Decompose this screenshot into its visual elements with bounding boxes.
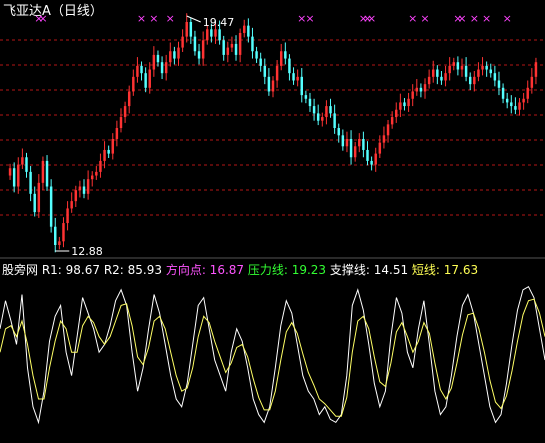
indicator-legend: 股旁网 R1: 98.67 R2: 85.93 方向点: 16.87 压力线: … [2, 262, 478, 277]
stock-chart-window: 飞亚达A（日线） × × × × × × × × × × × × × × × × × 19.47 12.88 股旁网 … [0, 0, 545, 443]
indicator-panel: 股旁网 R1: 98.67 R2: 85.93 方向点: 16.87 压力线: … [0, 257, 545, 425]
legend-item: R2: 85.93 [104, 263, 166, 277]
indicator-series-line [0, 298, 545, 417]
legend-item: 支撑线: 14.51 [330, 262, 412, 277]
indicator-name: 股旁网 [2, 262, 42, 277]
legend-item: R1: 98.67 [42, 263, 104, 277]
legend-item: 方向点: 16.87 [166, 262, 248, 277]
legend-item: 短线: 17.63 [412, 263, 478, 277]
legend-item: 压力线: 19.23 [248, 263, 330, 277]
